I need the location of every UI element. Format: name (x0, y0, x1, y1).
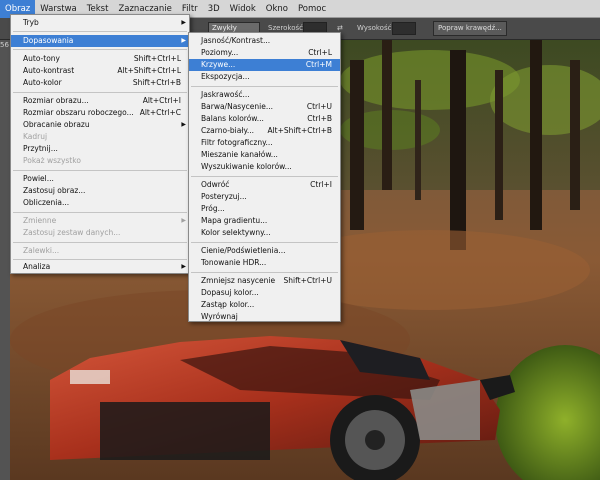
submenu-arrow-icon: ▶ (181, 19, 186, 27)
separator (191, 272, 338, 273)
menu-item-ekspozycja[interactable]: Ekspozycja... (189, 71, 340, 83)
menu-item-pokaz-wszystko: Pokaż wszystko (23, 156, 81, 166)
menu-item-krzywe[interactable]: Krzywe... Ctrl+M (189, 59, 340, 71)
menu-item-powiel[interactable]: Powiel... (11, 173, 189, 185)
menu-item-czarno-bialy[interactable]: Czarno-biały... Alt+Shift+Ctrl+B (189, 125, 340, 137)
menu-item-auto-kontrast[interactable]: Auto-kontrast Alt+Shift+Ctrl+L (11, 65, 189, 77)
menu-item-zastosuj-obraz[interactable]: Zastosuj obraz... (11, 185, 189, 197)
refine-edge-button[interactable]: Popraw krawędź... (433, 21, 507, 36)
menu-item-jaskrawosc[interactable]: Jaskrawość... (189, 89, 340, 101)
menu-item-posteryzuj[interactable]: Posteryzuj... (189, 191, 340, 203)
menu-3d[interactable]: 3D (203, 0, 225, 18)
menu-item-mieszanie-kanalow[interactable]: Mieszanie kanałów... (189, 149, 340, 161)
separator (13, 242, 187, 243)
separator (13, 92, 187, 93)
swap-icon[interactable]: ⇄ (337, 24, 343, 32)
separator (191, 242, 338, 243)
menu-item-kadruj: Kadruj (23, 132, 48, 142)
menu-item-zmienne: Zmienne ▶ (23, 216, 186, 226)
tools-panel (0, 40, 10, 480)
separator (13, 49, 187, 50)
menu-item-auto-kolor[interactable]: Auto-kolor Shift+Ctrl+B (11, 77, 189, 89)
separator (191, 176, 338, 177)
submenu-arrow-icon: ▶ (181, 37, 186, 45)
menu-item-prog[interactable]: Próg... (189, 203, 340, 215)
menu-item-mapa-gradientu[interactable]: Mapa gradientu... (189, 215, 340, 227)
menu-item-zalewki: Zalewki... (23, 246, 60, 256)
height-label: Wysokość: (357, 24, 394, 32)
menu-item-przytnij[interactable]: Przytnij... (11, 143, 189, 155)
separator (13, 170, 187, 171)
menu-item-barwa-nasycenie[interactable]: Barwa/Nasycenie... Ctrl+U (189, 101, 340, 113)
separator (13, 212, 187, 213)
menu-item-kolor-selektywny[interactable]: Kolor selektywny... (189, 227, 340, 239)
menu-item-jasnosc-kontrast[interactable]: Jasność/Kontrast... (189, 35, 340, 47)
separator (13, 31, 187, 32)
menu-item-analiza[interactable]: Analiza ▶ (11, 261, 189, 273)
menu-item-obracanie[interactable]: Obracanie obrazu ▶ (11, 119, 189, 131)
menu-item-filtr-fotograficzny[interactable]: Filtr fotograficzny... (189, 137, 340, 149)
submenu-arrow-icon: ▶ (181, 263, 186, 271)
menu-item-tryb[interactable]: Tryb ▶ (11, 17, 189, 29)
height-input[interactable] (392, 22, 416, 35)
separator (13, 259, 187, 260)
menu-item-auto-tony[interactable]: Auto-tony Shift+Ctrl+L (11, 53, 189, 65)
width-label: Szerokość: (268, 24, 306, 32)
submenu-arrow-icon: ▶ (181, 217, 186, 225)
menu-item-wyrownaj[interactable]: Wyrównaj (189, 311, 340, 323)
separator (191, 86, 338, 87)
menu-item-zmniejsz-nasycenie[interactable]: Zmniejsz nasycenie Shift+Ctrl+U (189, 275, 340, 287)
menu-item-rozmiar-roboczego[interactable]: Rozmiar obszaru roboczego... Alt+Ctrl+C (11, 107, 189, 119)
menu-item-odwroc[interactable]: Odwróć Ctrl+I (189, 179, 340, 191)
menu-item-rozmiar-obrazu[interactable]: Rozmiar obrazu... Alt+Ctrl+I (11, 95, 189, 107)
menu-item-balans-kolorow[interactable]: Balans kolorów... Ctrl+B (189, 113, 340, 125)
dopasowania-submenu: Jasność/Kontrast... Poziomy... Ctrl+L Krz… (188, 32, 341, 322)
menu-pomoc[interactable]: Pomoc (293, 0, 331, 18)
menu-item-dopasuj-kolor[interactable]: Dopasuj kolor... (189, 287, 340, 299)
document-tab-zoom[interactable]: 56 (0, 41, 9, 49)
menu-item-tonowanie-hdr[interactable]: Tonowanie HDR... (189, 257, 340, 269)
menu-okno[interactable]: Okno (261, 0, 293, 18)
menu-item-obliczenia[interactable]: Obliczenia... (11, 197, 189, 209)
menu-item-zastosuj-zestaw: Zastosuj zestaw danych... (23, 228, 121, 238)
menu-widok[interactable]: Widok (225, 0, 261, 18)
obraz-menu: Tryb ▶ Dopasowania ▶ Auto-tony Shift+Ctrl+L… (10, 14, 190, 274)
submenu-arrow-icon: ▶ (181, 121, 186, 129)
menu-item-poziomy[interactable]: Poziomy... Ctrl+L (189, 47, 340, 59)
menu-item-wyszukiwanie-kolorow[interactable]: Wyszukiwanie kolorów... (189, 161, 340, 173)
menu-item-zastap-kolor[interactable]: Zastąp kolor... (189, 299, 340, 311)
menu-item-cienie-podswietlenia[interactable]: Cienie/Podświetlenia... (189, 245, 340, 257)
menu-item-dopasowania[interactable]: Dopasowania ▶ (11, 35, 189, 47)
